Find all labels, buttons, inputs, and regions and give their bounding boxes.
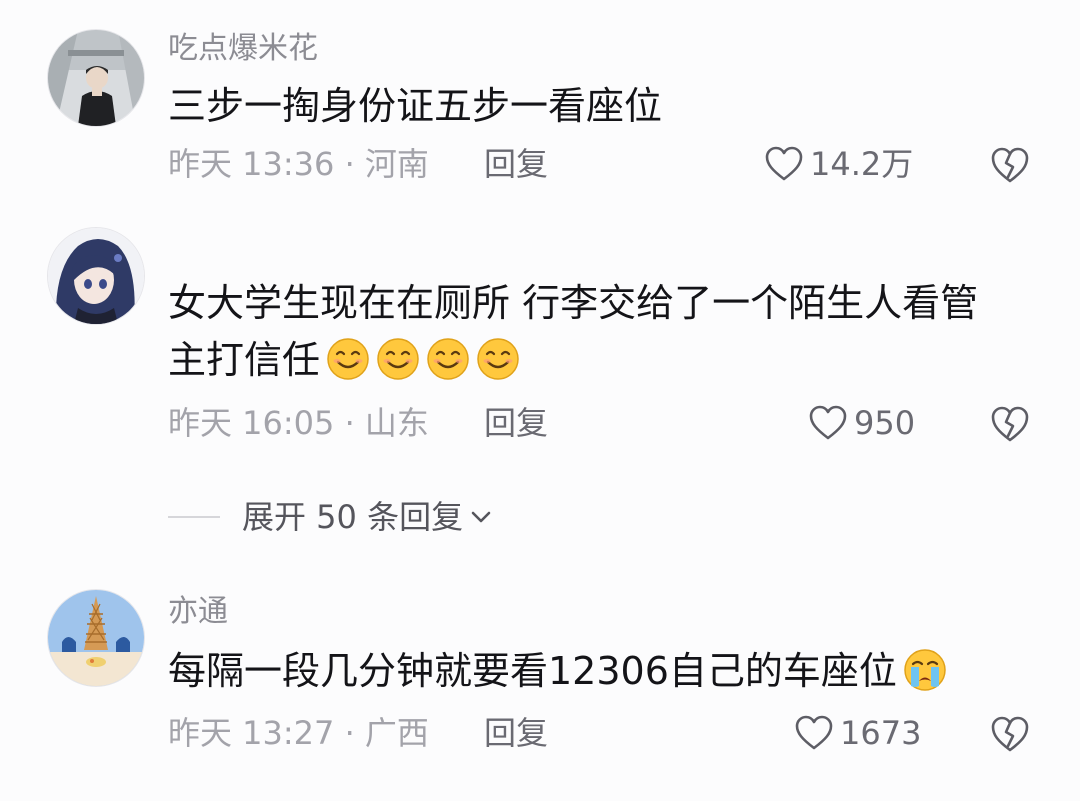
comment-text: 三步一掏身份证五步一看座位 [168, 78, 1028, 135]
expand-replies-button[interactable]: 展开 50 条回复 [168, 495, 495, 539]
like-button[interactable]: 14.2万 [764, 144, 913, 184]
like-button[interactable]: 1673 [794, 713, 921, 753]
avatar[interactable] [47, 589, 145, 687]
reply-button[interactable]: 回复 [484, 403, 548, 443]
like-count: 14.2万 [810, 145, 914, 183]
broken-heart-icon [991, 147, 1029, 183]
expand-replies-label: 展开 50 条回复 [242, 498, 464, 536]
reply-button[interactable]: 回复 [484, 713, 548, 753]
grin-emoji-icon [477, 338, 519, 380]
comment-text: 每隔一段几分钟就要看12306自己的车座位 [168, 643, 1028, 700]
avatar[interactable] [47, 29, 145, 127]
heart-icon [795, 715, 833, 750]
divider [168, 516, 220, 518]
comment-meta: 昨天 16:05 · 山东 [168, 404, 429, 442]
like-count: 950 [854, 404, 916, 442]
username[interactable]: 吃点爆米花 [168, 30, 318, 68]
comment-list: 吃点爆米花 三步一掏身份证五步一看座位 昨天 13:36 · 河南 回复 14.… [0, 0, 1080, 801]
grin-emoji-icon [377, 338, 419, 380]
crying-emoji-icon [904, 649, 946, 691]
comment-text: 女大学生现在在厕所 行李交给了一个陌生人看管 主打信任 [168, 275, 1018, 389]
reply-button[interactable]: 回复 [484, 144, 548, 184]
dislike-button[interactable] [990, 145, 1030, 185]
person-photo-avatar-icon [48, 30, 144, 126]
comment-meta: 昨天 13:27 · 广西 [168, 714, 429, 752]
comment-text-body: 女大学生现在在厕所 行李交给了一个陌生人看管 主打信任 [168, 281, 979, 382]
grin-emoji-icon [427, 338, 469, 380]
dislike-button[interactable] [990, 404, 1030, 444]
broken-heart-icon [991, 406, 1029, 442]
comment-text-body: 每隔一段几分钟就要看12306自己的车座位 [168, 649, 897, 693]
chevron-down-icon [471, 511, 491, 523]
broken-heart-icon [991, 716, 1029, 752]
username[interactable]: 亦通 [168, 593, 228, 631]
grin-emoji-icon [327, 338, 369, 380]
comment-text-body: 三步一掏身份证五步一看座位 [168, 84, 663, 128]
ice-cream-cone-avatar-icon [48, 590, 144, 686]
heart-icon [809, 405, 847, 440]
heart-icon [765, 146, 803, 181]
avatar[interactable] [47, 227, 145, 325]
like-button[interactable]: 950 [808, 403, 915, 443]
anime-girl-avatar-icon [48, 228, 144, 324]
dislike-button[interactable] [990, 714, 1030, 754]
comment-meta: 昨天 13:36 · 河南 [168, 145, 429, 183]
like-count: 1673 [840, 714, 922, 752]
